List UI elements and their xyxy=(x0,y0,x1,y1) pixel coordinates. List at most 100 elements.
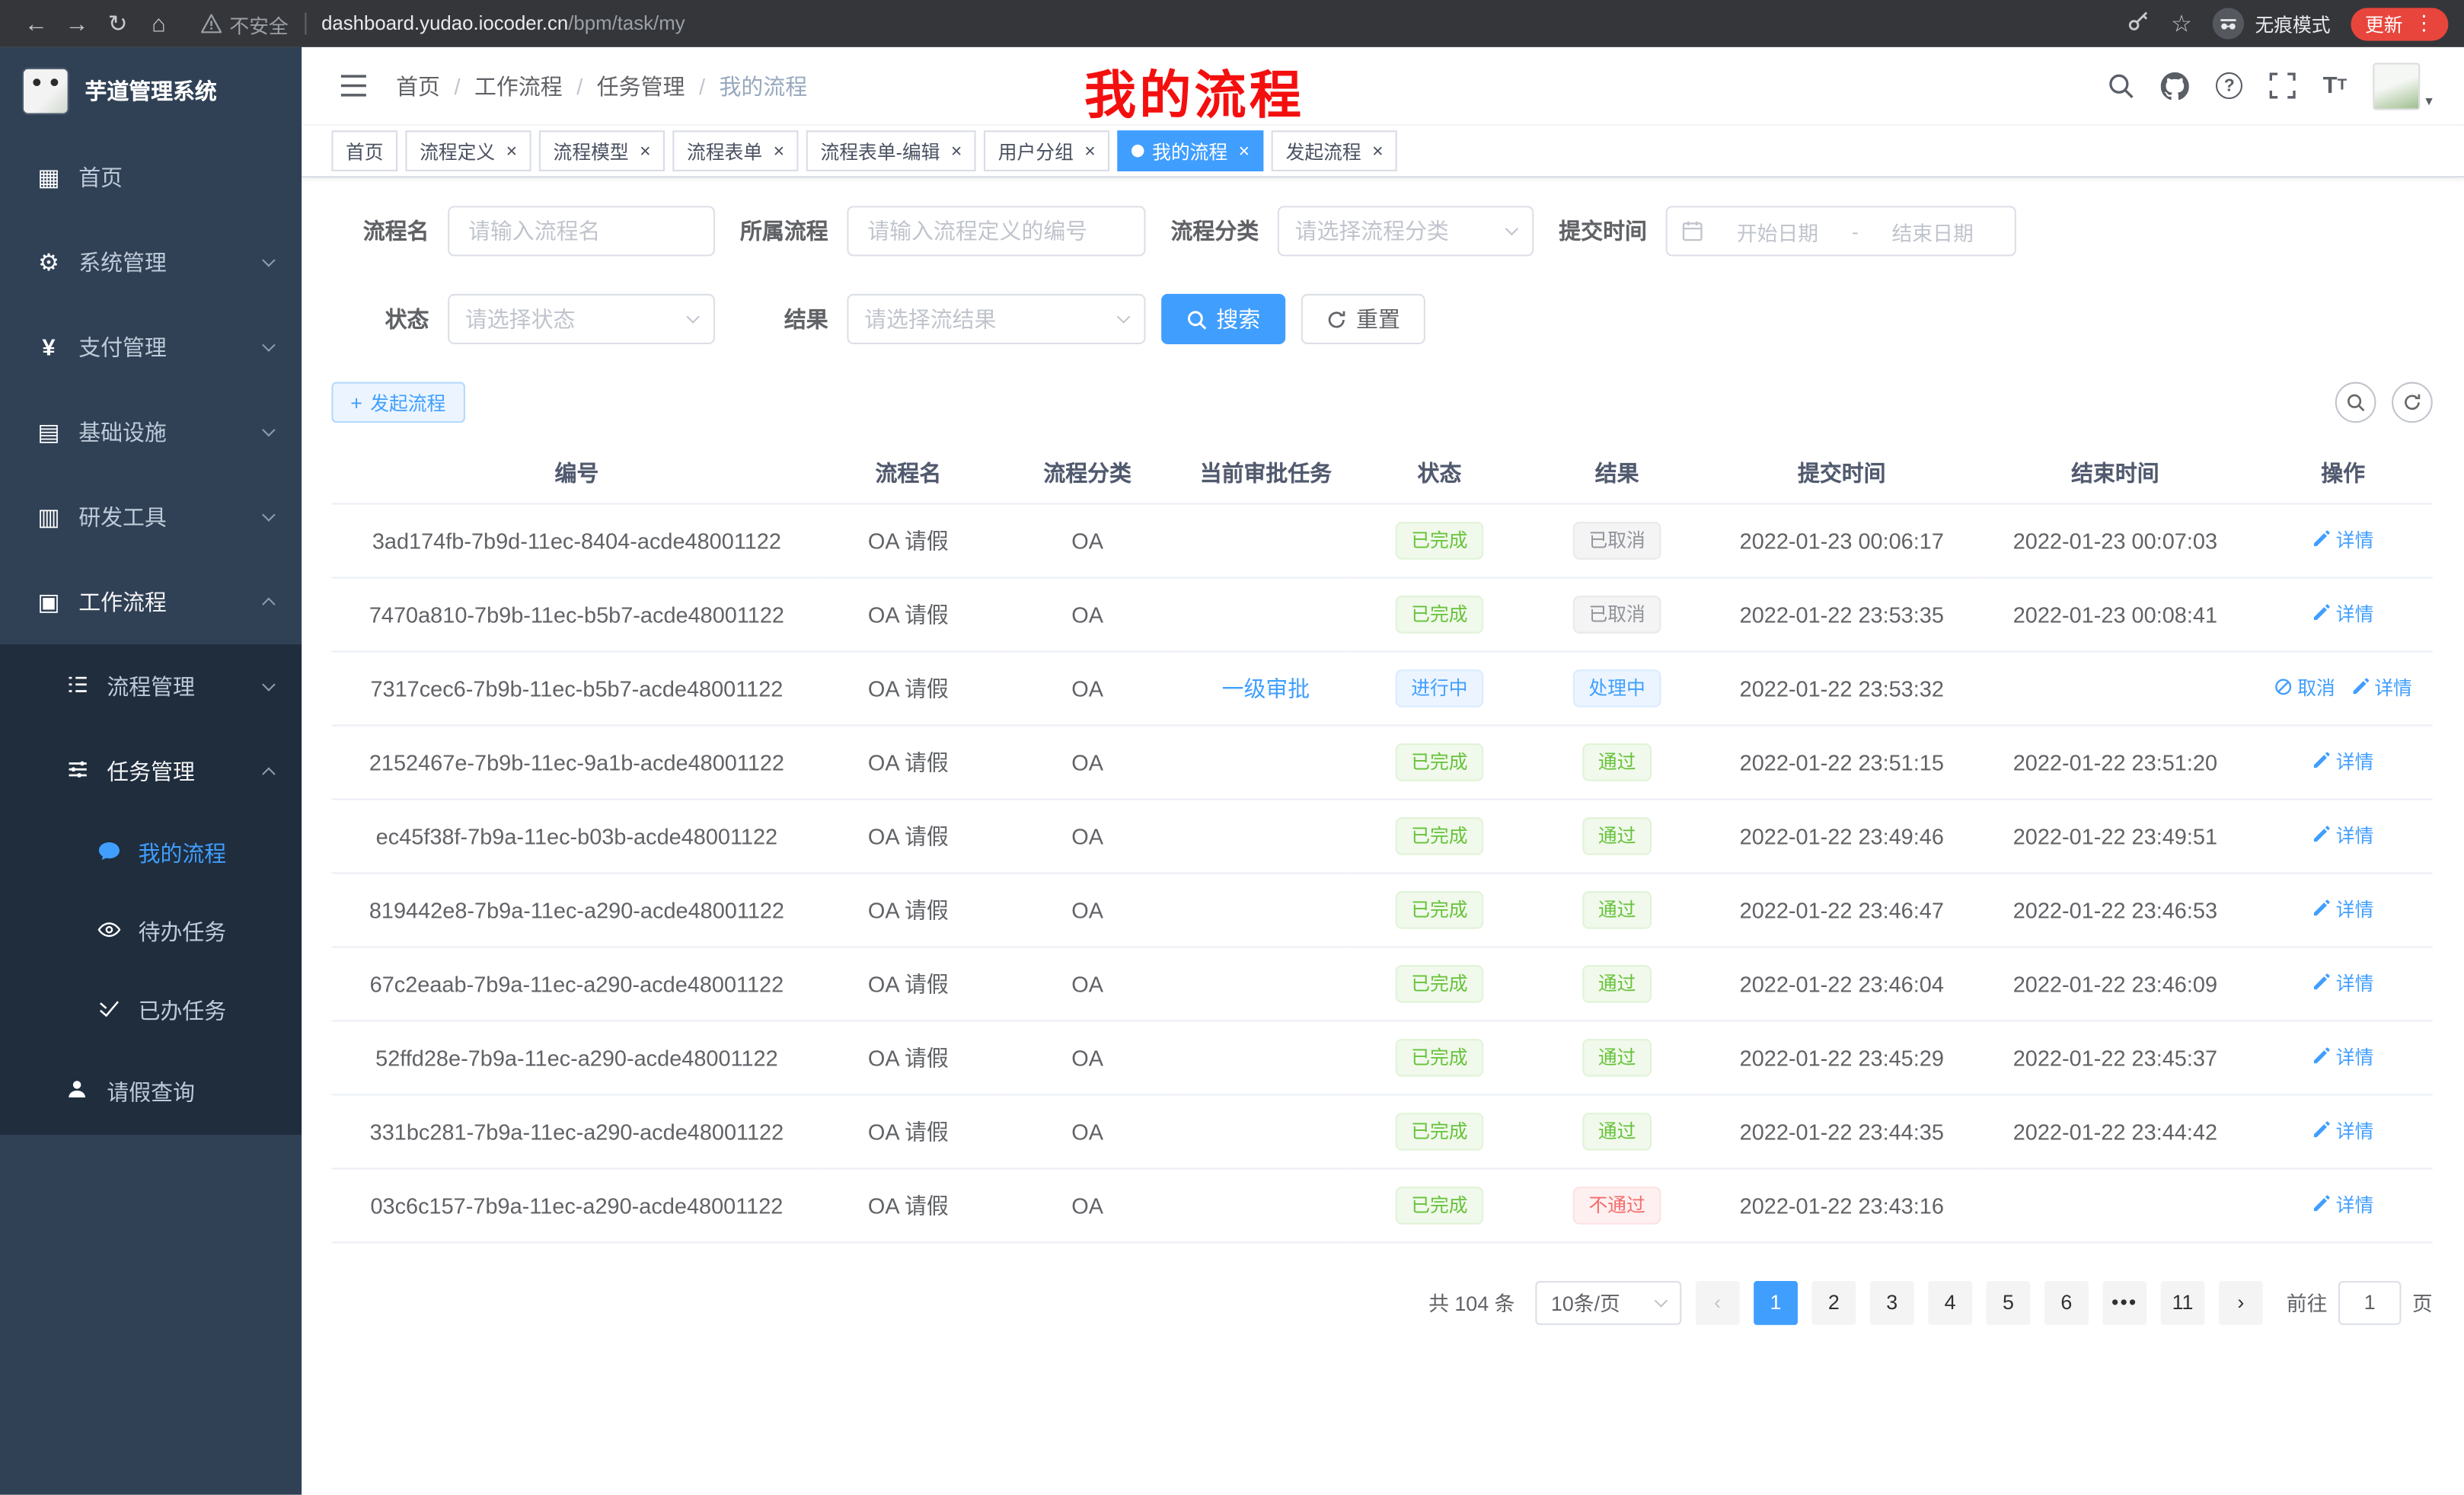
sidebar-item-todo-tasks[interactable]: 待办任务 xyxy=(0,893,302,971)
column-header-category: 流程分类 xyxy=(994,443,1180,503)
page-button[interactable]: 6 xyxy=(2044,1280,2089,1324)
app-logo-row[interactable]: 芋道管理系统 xyxy=(0,47,302,136)
browser-update-button[interactable]: 更新 ⋮ xyxy=(2351,7,2448,40)
sidebar: 芋道管理系统 ▦ 首页 ⚙ 系统管理 ¥ 支付管理 ▤ 基础设施 xyxy=(0,47,302,1495)
edit-icon xyxy=(2312,899,2332,918)
workflow-icon: ▣ xyxy=(34,588,62,616)
edit-action-link[interactable]: 详情 xyxy=(2312,1043,2374,1070)
refresh-table-button[interactable] xyxy=(2392,382,2433,423)
edit-action-link[interactable]: 详情 xyxy=(2351,674,2412,701)
next-page-button[interactable]: › xyxy=(2219,1280,2263,1324)
edit-action-link[interactable]: 详情 xyxy=(2312,970,2374,996)
cell-end-time: 2022-01-22 23:49:51 xyxy=(1977,798,2253,872)
sidebar-item-process-management[interactable]: 流程管理 xyxy=(0,644,302,729)
help-icon[interactable]: ? xyxy=(2216,72,2242,99)
process-definition-input[interactable] xyxy=(847,206,1145,256)
page-button[interactable]: 4 xyxy=(1928,1280,1972,1324)
result-tag: 通过 xyxy=(1582,890,1652,928)
search-button[interactable]: 搜索 xyxy=(1161,294,1285,344)
breadcrumb-item[interactable]: 任务管理 xyxy=(597,70,685,101)
browser-back-icon[interactable]: ← xyxy=(16,10,57,37)
close-icon[interactable]: × xyxy=(1372,142,1383,161)
breadcrumb: 首页 / 工作流程 / 任务管理 / 我的流程 xyxy=(396,70,807,101)
start-process-button[interactable]: + 发起流程 xyxy=(331,382,464,423)
cancel-action-link[interactable]: 取消 xyxy=(2274,674,2335,701)
current-task-link[interactable]: 一级审批 xyxy=(1222,675,1310,700)
browser-reload-icon[interactable]: ↻ xyxy=(97,9,139,37)
edit-action-link[interactable]: 详情 xyxy=(2312,748,2374,775)
cell-submit-time: 2022-01-22 23:44:35 xyxy=(1706,1094,1977,1168)
breadcrumb-item[interactable]: 首页 xyxy=(396,70,440,101)
sidebar-item-task-management[interactable]: 任务管理 xyxy=(0,730,302,814)
tab-start-process[interactable]: 发起流程× xyxy=(1272,130,1397,171)
bookmark-star-icon[interactable]: ☆ xyxy=(2171,9,2192,37)
edit-action-link[interactable]: 详情 xyxy=(2312,526,2374,553)
prev-page-button[interactable]: ‹ xyxy=(1696,1280,1740,1324)
process-category-select[interactable]: 请选择流程分类 xyxy=(1278,206,1534,256)
page-button[interactable]: 1 xyxy=(1754,1280,1798,1324)
close-icon[interactable]: × xyxy=(1084,142,1095,161)
sidebar-item-payment[interactable]: ¥ 支付管理 xyxy=(0,305,302,389)
goto-page-input[interactable] xyxy=(2338,1280,2402,1324)
page-button[interactable]: 2 xyxy=(1811,1280,1856,1324)
status-select[interactable]: 请选择状态 xyxy=(448,294,715,344)
sidebar-item-done-tasks[interactable]: 已办任务 xyxy=(0,971,302,1049)
process-name-input[interactable] xyxy=(448,206,715,256)
page-button[interactable]: 11 xyxy=(2161,1280,2205,1324)
close-icon[interactable]: × xyxy=(1239,142,1250,161)
sidebar-item-home[interactable]: ▦ 首页 xyxy=(0,135,302,219)
breadcrumb-item[interactable]: 工作流程 xyxy=(474,70,563,101)
tab-process-model[interactable]: 流程模型× xyxy=(539,130,665,171)
more-pages-button[interactable]: ••• xyxy=(2102,1280,2146,1324)
page-size-select[interactable]: 10条/页 xyxy=(1535,1280,1681,1324)
sidebar-item-leave-query[interactable]: 请假查询 xyxy=(0,1050,302,1135)
column-header-status: 状态 xyxy=(1352,443,1527,503)
edit-action-link[interactable]: 详情 xyxy=(2312,896,2374,922)
browser-home-icon[interactable]: ⌂ xyxy=(139,10,180,37)
edit-action-link[interactable]: 详情 xyxy=(2312,1191,2374,1218)
close-icon[interactable]: × xyxy=(951,142,962,161)
close-icon[interactable]: × xyxy=(506,142,517,161)
submit-time-label: 提交时间 xyxy=(1550,216,1666,247)
cell-status: 已完成 xyxy=(1352,1168,1527,1241)
collapse-sidebar-icon[interactable] xyxy=(340,74,368,97)
tab-home[interactable]: 首页 xyxy=(331,130,397,171)
reset-button[interactable]: 重置 xyxy=(1301,294,1425,344)
cell-actions: 详情 xyxy=(2253,724,2432,798)
page-button[interactable]: 3 xyxy=(1870,1280,1914,1324)
tab-process-form[interactable]: 流程表单× xyxy=(672,130,798,171)
sidebar-item-system[interactable]: ⚙ 系统管理 xyxy=(0,220,302,305)
close-icon[interactable]: × xyxy=(774,142,784,161)
close-icon[interactable]: × xyxy=(640,142,650,161)
github-icon[interactable] xyxy=(2161,72,2189,100)
browser-menu-icon[interactable]: ⋮ xyxy=(2414,11,2434,36)
font-size-icon[interactable]: TT xyxy=(2323,72,2348,99)
sidebar-item-workflow[interactable]: ▣ 工作流程 xyxy=(0,560,302,644)
fullscreen-icon[interactable] xyxy=(2270,72,2296,99)
edit-action-link[interactable]: 详情 xyxy=(2312,822,2374,848)
submit-time-range-picker[interactable]: 开始日期 - 结束日期 xyxy=(1666,206,2016,256)
show-search-button[interactable] xyxy=(2335,382,2376,423)
tab-process-definition[interactable]: 流程定义× xyxy=(405,130,531,171)
result-tag: 通过 xyxy=(1582,816,1652,855)
tags-view-bar: 首页 流程定义× 流程模型× 流程表单× 流程表单-编辑× 用户分组× 我的流程… xyxy=(302,126,2464,177)
cell-process-name: OA 请假 xyxy=(822,503,994,577)
search-icon[interactable] xyxy=(2108,72,2134,99)
page-button[interactable]: 5 xyxy=(1987,1280,2031,1324)
tab-process-form-edit[interactable]: 流程表单-编辑× xyxy=(806,130,976,171)
browser-forward-icon[interactable]: → xyxy=(56,10,97,37)
sidebar-item-infrastructure[interactable]: ▤ 基础设施 xyxy=(0,390,302,474)
tab-my-processes[interactable]: 我的流程× xyxy=(1118,130,1264,171)
edit-icon xyxy=(2312,973,2332,992)
password-key-icon[interactable] xyxy=(2125,7,2150,40)
sidebar-item-devtools[interactable]: ▥ 研发工具 xyxy=(0,474,302,559)
edit-action-link[interactable]: 详情 xyxy=(2312,1117,2374,1144)
tab-user-group[interactable]: 用户分组× xyxy=(984,130,1109,171)
address-bar[interactable]: 不安全 dashboard.yudao.iocoder.cn/bpm/task/… xyxy=(201,8,685,38)
user-avatar-menu[interactable]: ▾ xyxy=(2373,62,2432,110)
result-select[interactable]: 请选择流结果 xyxy=(847,294,1145,344)
edit-action-link[interactable]: 详情 xyxy=(2312,600,2374,627)
cell-current-task xyxy=(1180,872,1352,946)
sidebar-item-my-processes[interactable]: 我的流程 xyxy=(0,814,302,893)
table-row: 7317cec6-7b9b-11ec-b5b7-acde48001122OA 请… xyxy=(331,650,2432,724)
